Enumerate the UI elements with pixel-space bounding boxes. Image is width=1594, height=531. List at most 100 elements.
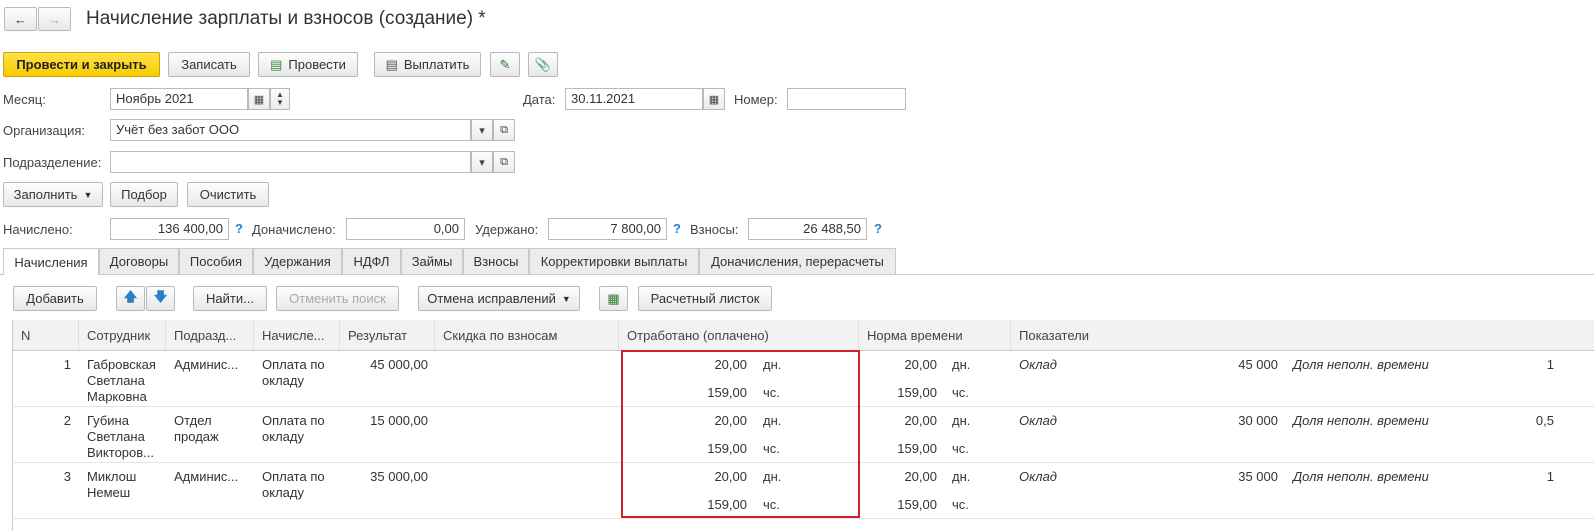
row-2-department[interactable]: Отдел продаж [174,413,252,445]
column-header-worked[interactable]: Отработано (оплачено) [619,320,859,350]
table-settings-button[interactable]: ▦ [599,286,628,311]
date-label: Дата: [523,92,556,107]
forward-button[interactable]: → [38,7,71,31]
row-2-norm-days[interactable]: 20,00 [860,413,937,429]
row-2-indicator-1-name: Оклад [1019,413,1057,428]
move-down-button[interactable]: 🡇 [146,286,175,311]
page-title: Начисление зарплаты и взносов (создание)… [86,8,486,29]
save-button[interactable]: Записать [168,52,250,77]
column-header-n[interactable]: N [13,320,79,350]
row-2-employee-line2: Светлана [87,429,145,444]
organization-dropdown-button[interactable]: ▾ [471,119,493,141]
date-calendar-button[interactable]: ▦ [703,88,725,110]
organization-field[interactable]: Учёт без забот ООО [110,119,471,141]
cancel-corrections-label: Отмена исправлений [427,291,556,306]
row-1-indicator-1-value[interactable]: 45 000 [1180,357,1278,373]
department-label: Подразделение: [3,155,102,170]
back-button[interactable]: ← [4,7,37,31]
row-3-result[interactable]: 35 000,00 [340,469,428,485]
row-2-department-line1: Отдел [174,413,212,428]
organization-open-button[interactable]: ⧉ [493,119,515,141]
row-2-indicator-2-value[interactable]: 0,5 [1480,413,1554,429]
attach-file-button[interactable]: 📎 [528,52,558,77]
column-header-department[interactable]: Подразд... [166,320,254,350]
row-3-accrual-line2: окладу [262,485,304,500]
find-button[interactable]: Найти... [193,286,267,311]
row-1-employee[interactable]: Габровская Светлана Марковна [87,357,165,405]
row-1-accrual[interactable]: Оплата по окладу [262,357,340,389]
row-3-norm-hours[interactable]: 159,00 [860,497,937,513]
row-2-accrual-line1: Оплата по [262,413,325,428]
fill-button[interactable]: Заполнить ▼ [3,182,103,207]
post-and-close-button[interactable]: Провести и закрыть [3,52,160,77]
pay-button[interactable]: ▤ Выплатить [374,52,481,77]
withheld-field: 7 800,00 [548,218,667,240]
number-label: Номер: [734,92,778,107]
row-3-indicator-2-value[interactable]: 1 [1480,469,1554,485]
select-button[interactable]: Подбор [110,182,178,207]
column-header-employee[interactable]: Сотрудник [79,320,166,350]
column-header-indicators[interactable]: Показатели [1011,320,1594,350]
row-2-indicator-1-value[interactable]: 30 000 [1180,413,1278,429]
row-2-norm-hours[interactable]: 159,00 [860,441,937,457]
row-1-accrual-line2: окладу [262,373,304,388]
tab-ndfl[interactable]: НДФЛ [342,248,401,274]
payslip-button[interactable]: Расчетный листок [638,286,772,311]
clear-button[interactable]: Очистить [187,182,269,207]
row-3-norm-days[interactable]: 20,00 [860,469,937,485]
row-3-indicator-1-value[interactable]: 35 000 [1180,469,1278,485]
row-1-employee-line3: Марковна [87,389,147,404]
tab-payment-corrections[interactable]: Корректировки выплаты [529,248,699,274]
tab-deductions[interactable]: Удержания [253,248,342,274]
row-separator [12,518,1594,519]
cancel-corrections-button[interactable]: Отмена исправлений ▼ [418,286,580,311]
post-button[interactable]: ▤ Провести [258,52,358,77]
tab-loans[interactable]: Займы [401,248,463,274]
row-1-norm-days[interactable]: 20,00 [860,357,937,373]
calendar-icon: ▦ [708,93,720,106]
department-open-button[interactable]: ⧉ [493,151,515,173]
department-field[interactable] [110,151,471,173]
cancel-search-button[interactable]: Отменить поиск [276,286,399,311]
row-3-accrual[interactable]: Оплата по окладу [262,469,340,501]
withheld-help-icon[interactable]: ? [673,221,681,236]
row-2-accrual[interactable]: Оплата по окладу [262,413,340,445]
row-3-norm-hours-unit: чс. [952,497,969,512]
row-1-accrual-line1: Оплата по [262,357,325,372]
row-2-result[interactable]: 15 000,00 [340,413,428,429]
number-field[interactable] [787,88,906,110]
month-field[interactable]: Ноябрь 2021 [110,88,248,110]
tab-contracts[interactable]: Договоры [99,248,179,274]
department-dropdown-button[interactable]: ▾ [471,151,493,173]
row-2-norm-days-unit: дн. [952,413,971,428]
row-1-norm-hours[interactable]: 159,00 [860,385,937,401]
month-calendar-button[interactable]: ▦ [248,88,270,110]
contributions-help-icon[interactable]: ? [874,221,882,236]
row-1-department[interactable]: Админис... [174,357,252,373]
move-up-button[interactable]: 🡅 [116,286,145,311]
add-row-button[interactable]: Добавить [13,286,97,311]
tab-contributions[interactable]: Взносы [463,248,529,274]
edit-structure-button[interactable]: ✎ [490,52,520,77]
chevron-down-icon: ▼ [561,293,571,304]
tab-recalculations[interactable]: Доначисления, перерасчеты [699,248,896,274]
arrow-left-icon: ← [14,11,27,27]
column-header-time-norm[interactable]: Норма времени [859,320,1011,350]
paperclip-icon: 📎 [534,56,552,72]
row-2-employee[interactable]: Губина Светлана Викторов... [87,413,165,461]
row-3-accrual-line1: Оплата по [262,469,325,484]
date-field[interactable]: 30.11.2021 [565,88,703,110]
row-1-result[interactable]: 45 000,00 [340,357,428,373]
row-3-employee[interactable]: Миклош Немеш [87,469,165,501]
tab-benefits[interactable]: Пособия [179,248,253,274]
accrued-help-icon[interactable]: ? [235,221,243,236]
row-3-number: 3 [63,469,71,484]
organization-label: Организация: [3,123,86,138]
column-header-accrual[interactable]: Начисле... [254,320,340,350]
column-header-result[interactable]: Результат [340,320,435,350]
row-3-department[interactable]: Админис... [174,469,252,485]
month-stepper[interactable]: ▲ ▼ [270,88,290,110]
tab-accruals[interactable]: Начисления [3,248,99,275]
row-1-indicator-2-value[interactable]: 1 [1480,357,1554,373]
column-header-contribution-discount[interactable]: Скидка по взносам [435,320,619,350]
